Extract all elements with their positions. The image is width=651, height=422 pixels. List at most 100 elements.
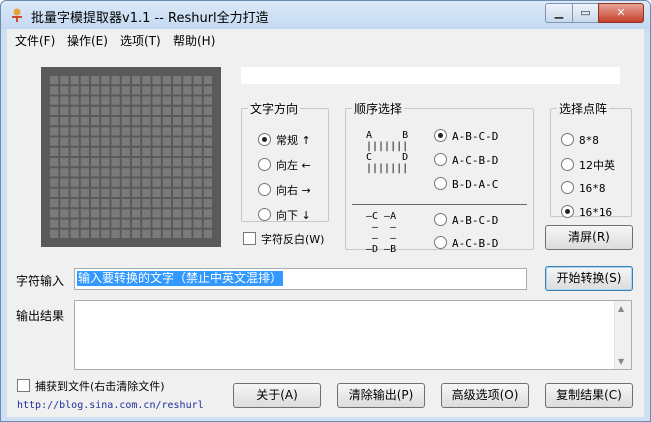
radio-indicator <box>561 133 574 146</box>
dots-16x16-radio[interactable]: 16*16 <box>561 205 612 219</box>
advanced-options-button[interactable]: 高级选项(O) <box>441 383 529 408</box>
output-scrollbar[interactable]: ▲ ▼ <box>614 301 631 369</box>
menu-help[interactable]: 帮助(H) <box>173 32 215 49</box>
matrix-cell <box>183 147 192 156</box>
matrix-cell <box>121 117 130 126</box>
matrix-cell <box>132 117 141 126</box>
dots-8x8-radio[interactable]: 8*8 <box>561 133 599 147</box>
convert-button[interactable]: 开始转换(S) <box>545 266 633 291</box>
matrix-cell <box>101 188 110 197</box>
direction-down-radio[interactable]: 向下 ↓ <box>258 207 311 223</box>
scroll-up-icon[interactable]: ▲ <box>618 304 624 313</box>
menu-options[interactable]: 选项(T) <box>120 32 161 49</box>
dots-12-radio[interactable]: 12中英 <box>561 157 615 173</box>
order-diagram-bottom: —C —A — — — — —D —B <box>366 211 397 255</box>
matrix-cell <box>80 158 89 167</box>
invert-checkbox[interactable]: 字符反白(W) <box>243 231 324 247</box>
matrix-cell <box>203 229 212 238</box>
matrix-cell <box>142 106 151 115</box>
direction-legend: 文字方向 <box>250 102 299 116</box>
close-button[interactable]: ✕ <box>598 3 644 23</box>
radio-indicator <box>258 158 271 171</box>
direction-normal-radio[interactable]: 常规 ↑ <box>258 132 311 148</box>
matrix-cell <box>50 178 59 187</box>
matrix-cell <box>121 178 130 187</box>
matrix-cell <box>91 199 100 208</box>
matrix-cell <box>152 86 161 95</box>
matrix-cell <box>80 117 89 126</box>
maximize-button[interactable]: ▭ <box>572 3 599 23</box>
matrix-cell <box>173 199 182 208</box>
order-bottom-abcd-radio[interactable]: A-B-C-D <box>434 213 498 227</box>
matrix-cell <box>203 209 212 218</box>
matrix-cell <box>183 178 192 187</box>
matrix-cell <box>80 96 89 105</box>
order-top-acbd-radio[interactable]: A-C-B-D <box>434 153 498 167</box>
matrix-cell <box>193 137 202 146</box>
matrix-cell <box>183 188 192 197</box>
char-input-field[interactable]: 输入要转换的文字（禁止中英文混排） <box>74 268 527 290</box>
matrix-cell <box>152 219 161 228</box>
blog-link[interactable]: http://blog.sina.com.cn/reshurl <box>17 400 204 411</box>
direction-right-radio[interactable]: 向右 → <box>258 182 311 198</box>
matrix-cell <box>50 209 59 218</box>
matrix-cell <box>193 106 202 115</box>
output-textarea[interactable]: ▲ ▼ <box>74 300 632 370</box>
matrix-cell <box>142 219 151 228</box>
matrix-cell <box>70 168 79 177</box>
order-top-bdac-radio[interactable]: B-D-A-C <box>434 177 498 191</box>
about-button[interactable]: 关于(A) <box>233 383 321 408</box>
radio-indicator <box>561 181 574 194</box>
menu-file[interactable]: 文件(F) <box>15 32 55 49</box>
title-bar[interactable]: 批量字模提取器v1.1 -- Reshurl全力打造 ▁ ▭ ✕ <box>1 1 650 29</box>
matrix-cell <box>121 188 130 197</box>
matrix-cell <box>162 178 171 187</box>
matrix-cell <box>91 229 100 238</box>
matrix-cell <box>91 168 100 177</box>
matrix-cell <box>183 117 192 126</box>
matrix-cell <box>162 127 171 136</box>
matrix-cell <box>60 127 69 136</box>
radio-indicator <box>561 205 574 218</box>
matrix-cell <box>101 209 110 218</box>
menu-operation[interactable]: 操作(E) <box>67 32 108 49</box>
matrix-cell <box>70 137 79 146</box>
copy-result-button[interactable]: 复制结果(C) <box>545 383 633 408</box>
matrix-cell <box>142 147 151 156</box>
matrix-cell <box>70 199 79 208</box>
matrix-cell <box>152 117 161 126</box>
dots-16x8-radio[interactable]: 16*8 <box>561 181 606 195</box>
matrix-cell <box>121 168 130 177</box>
matrix-cell <box>203 178 212 187</box>
app-window: 批量字模提取器v1.1 -- Reshurl全力打造 ▁ ▭ ✕ 文件(F) 操… <box>0 0 651 422</box>
direction-left-radio[interactable]: 向左 ← <box>258 157 311 173</box>
matrix-cell <box>193 188 202 197</box>
matrix-cell <box>60 199 69 208</box>
matrix-cell <box>111 158 120 167</box>
matrix-cell <box>121 127 130 136</box>
matrix-cell <box>91 158 100 167</box>
matrix-cell <box>80 168 89 177</box>
matrix-cell <box>162 158 171 167</box>
scroll-down-icon[interactable]: ▼ <box>618 357 624 366</box>
clear-screen-button[interactable]: 清屏(R) <box>545 225 633 250</box>
order-diagram-top: A B ||||||| C D ||||||| <box>366 130 409 174</box>
matrix-cell <box>111 106 120 115</box>
matrix-cell <box>101 158 110 167</box>
matrix-cell <box>121 86 130 95</box>
matrix-cell <box>132 76 141 85</box>
matrix-cell <box>203 199 212 208</box>
clear-output-button[interactable]: 清除输出(P) <box>337 383 425 408</box>
matrix-cell <box>132 127 141 136</box>
capture-checkbox[interactable]: 捕获到文件(右击清除文件) <box>17 378 165 394</box>
matrix-cell <box>121 209 130 218</box>
order-bottom-acbd-radio[interactable]: A-C-B-D <box>434 236 498 250</box>
matrix-cell <box>121 137 130 146</box>
order-top-abcd-radio[interactable]: A-B-C-D <box>434 129 498 143</box>
matrix-cell <box>193 178 202 187</box>
minimize-button[interactable]: ▁ <box>545 3 573 23</box>
matrix-cell <box>173 168 182 177</box>
matrix-cell <box>193 76 202 85</box>
matrix-cell <box>132 168 141 177</box>
matrix-cell <box>162 199 171 208</box>
